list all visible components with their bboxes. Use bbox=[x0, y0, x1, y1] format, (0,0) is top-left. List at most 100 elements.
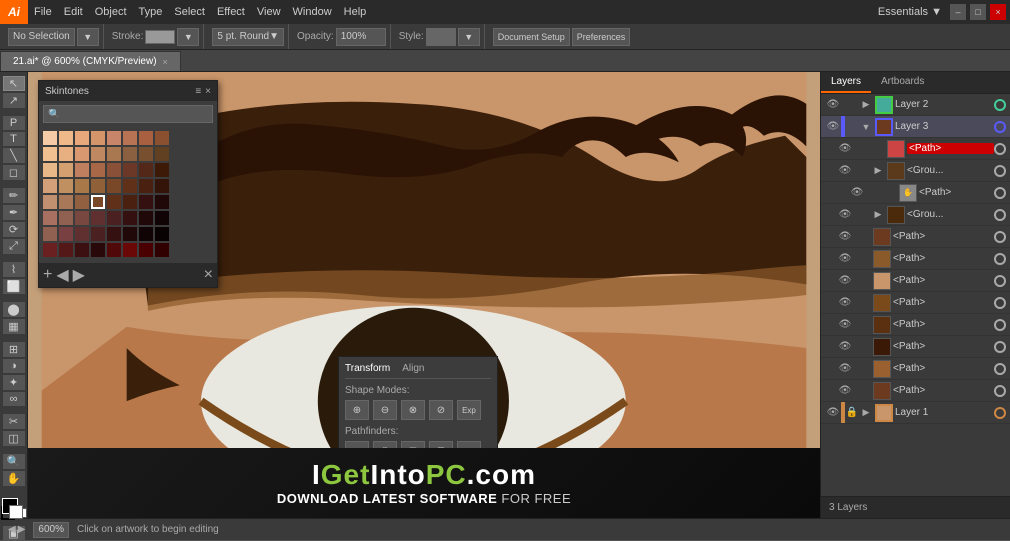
hand-tool[interactable]: ✋ bbox=[3, 471, 25, 486]
swatch-cell[interactable] bbox=[43, 147, 57, 161]
swatch-cell[interactable] bbox=[75, 227, 89, 241]
pen-tool[interactable]: P bbox=[3, 116, 25, 130]
swatch-cell[interactable] bbox=[91, 163, 105, 177]
swatch-cell[interactable] bbox=[155, 131, 169, 145]
swatch-cell[interactable] bbox=[123, 131, 137, 145]
swatch-cell[interactable] bbox=[59, 227, 73, 241]
swatch-cell[interactable] bbox=[59, 211, 73, 225]
swatch-cell[interactable] bbox=[139, 243, 153, 257]
layer3-visibility-icon[interactable]: 👁 bbox=[825, 121, 841, 132]
warp-tool[interactable]: ⌇ bbox=[3, 262, 25, 277]
swatch-cell[interactable] bbox=[43, 163, 57, 177]
layer2-visibility-icon[interactable]: 👁 bbox=[825, 99, 841, 110]
path-highlighted-visibility[interactable]: 👁 bbox=[837, 143, 853, 154]
column-graph-tool[interactable]: ▦ bbox=[3, 319, 25, 334]
swatch-cell[interactable] bbox=[123, 227, 137, 241]
swatch-cell[interactable] bbox=[91, 227, 105, 241]
swatch-cell[interactable] bbox=[107, 131, 121, 145]
swatch-cell[interactable] bbox=[139, 163, 153, 177]
symbol-sprayer-tool[interactable]: ⬤ bbox=[3, 302, 25, 317]
layer-row-path-7[interactable]: 👁 <Path> bbox=[821, 358, 1010, 380]
blend-tool[interactable]: ∞ bbox=[3, 392, 25, 406]
swatch-cell[interactable] bbox=[75, 243, 89, 257]
group1-visibility[interactable]: 👁 bbox=[837, 165, 853, 176]
swatch-cell[interactable] bbox=[75, 131, 89, 145]
path1-vis[interactable]: 👁 bbox=[837, 231, 853, 242]
swatch-cell[interactable] bbox=[59, 243, 73, 257]
swatch-cell[interactable] bbox=[59, 179, 73, 193]
stroke-options-btn[interactable]: ▼ bbox=[177, 28, 199, 46]
swatch-cell[interactable] bbox=[43, 195, 57, 209]
align-tab[interactable]: Align bbox=[402, 363, 424, 374]
swatch-cell[interactable] bbox=[139, 227, 153, 241]
group2-expand[interactable]: ▶ bbox=[871, 209, 885, 220]
selection-dropdown[interactable]: No Selection bbox=[8, 28, 75, 46]
path7-vis[interactable]: 👁 bbox=[837, 363, 853, 374]
layer1-lock-icon[interactable]: 🔒 bbox=[845, 407, 859, 418]
swatch-cell[interactable] bbox=[139, 131, 153, 145]
swatch-cell[interactable] bbox=[75, 211, 89, 225]
swatch-cell[interactable] bbox=[91, 131, 105, 145]
layer-row-path-highlighted[interactable]: 👁 <Path> bbox=[821, 138, 1010, 160]
swatch-cell[interactable] bbox=[91, 211, 105, 225]
layer1-expand[interactable]: ▶ bbox=[859, 407, 873, 418]
swatch-cell[interactable] bbox=[75, 163, 89, 177]
selection-options-btn[interactable]: ▼ bbox=[77, 28, 99, 46]
layer3-expand-icon[interactable]: ▼ bbox=[859, 122, 873, 132]
type-tool[interactable]: T bbox=[3, 132, 25, 146]
skintones-trash-btn[interactable]: × bbox=[204, 266, 213, 284]
scissors-tool[interactable]: ✂ bbox=[3, 414, 25, 429]
menu-window[interactable]: Window bbox=[287, 0, 338, 24]
layer-row-group1[interactable]: 👁 ▶ <Grou... bbox=[821, 160, 1010, 182]
layer-row-path-8[interactable]: 👁 <Path> bbox=[821, 380, 1010, 402]
skintones-header[interactable]: Skintones ≡ × bbox=[39, 81, 217, 101]
stroke-color[interactable] bbox=[145, 30, 175, 44]
artboards-tab[interactable]: Artboards bbox=[871, 72, 934, 93]
layer-row-path-3[interactable]: 👁 <Path> bbox=[821, 270, 1010, 292]
swatch-cell[interactable] bbox=[155, 163, 169, 177]
exclude-btn[interactable]: ⊘ bbox=[429, 400, 453, 420]
swatch-cell[interactable] bbox=[155, 179, 169, 193]
swatch-cell[interactable] bbox=[75, 179, 89, 193]
tab-close-btn[interactable]: × bbox=[163, 57, 168, 67]
layer1-visibility[interactable]: 👁 bbox=[825, 407, 841, 418]
swatch-cell[interactable] bbox=[155, 243, 169, 257]
swatch-cell[interactable] bbox=[107, 211, 121, 225]
direct-selection-tool[interactable]: ↗ bbox=[3, 93, 25, 108]
maximize-button[interactable]: □ bbox=[970, 4, 986, 20]
swatch-cell[interactable] bbox=[139, 147, 153, 161]
swatch-cell[interactable] bbox=[75, 195, 89, 209]
skintones-close-icon[interactable]: × bbox=[205, 86, 211, 97]
swatch-cell[interactable] bbox=[59, 163, 73, 177]
swatch-cell[interactable] bbox=[139, 179, 153, 193]
eyedropper-tool[interactable]: ✦ bbox=[3, 375, 25, 390]
group2-visibility[interactable]: 👁 bbox=[837, 209, 853, 220]
swatch-cell[interactable] bbox=[43, 227, 57, 241]
minimize-button[interactable]: – bbox=[950, 4, 966, 20]
style-swatch[interactable] bbox=[426, 28, 456, 46]
swatch-cell[interactable] bbox=[91, 147, 105, 161]
swatch-cell[interactable] bbox=[123, 147, 137, 161]
menu-select[interactable]: Select bbox=[168, 0, 211, 24]
layer-row-layer3[interactable]: 👁 ▼ Layer 3 bbox=[821, 116, 1010, 138]
path6-vis[interactable]: 👁 bbox=[837, 341, 853, 352]
unite-btn[interactable]: ⊕ bbox=[345, 400, 369, 420]
layer-row-path-6[interactable]: 👁 <Path> bbox=[821, 336, 1010, 358]
swatch-cell[interactable] bbox=[123, 163, 137, 177]
path-nested-visibility[interactable]: 👁 bbox=[849, 187, 865, 198]
intersect-btn[interactable]: ⊗ bbox=[401, 400, 425, 420]
swatch-cell-selected[interactable] bbox=[91, 195, 105, 209]
canvas-area[interactable]: Skintones ≡ × bbox=[28, 72, 820, 518]
layer-row-path-nested[interactable]: 👁 ✋ <Path> bbox=[821, 182, 1010, 204]
document-tab[interactable]: 21.ai* @ 600% (CMYK/Preview) × bbox=[0, 51, 181, 71]
brush-dropdown[interactable]: 5 pt. Round ▼ bbox=[212, 28, 284, 46]
swatch-cell[interactable] bbox=[107, 179, 121, 193]
gradient-tool[interactable]: ◑ bbox=[3, 359, 25, 373]
swatch-cell[interactable] bbox=[139, 195, 153, 209]
shape-tool[interactable]: ◻ bbox=[3, 165, 25, 180]
layer-row-group2[interactable]: 👁 ▶ <Grou... bbox=[821, 204, 1010, 226]
swatch-cell[interactable] bbox=[91, 243, 105, 257]
rotate-tool[interactable]: ⟳ bbox=[3, 222, 25, 237]
path4-vis[interactable]: 👁 bbox=[837, 297, 853, 308]
nav-next-icon[interactable]: ▶ bbox=[18, 524, 26, 535]
